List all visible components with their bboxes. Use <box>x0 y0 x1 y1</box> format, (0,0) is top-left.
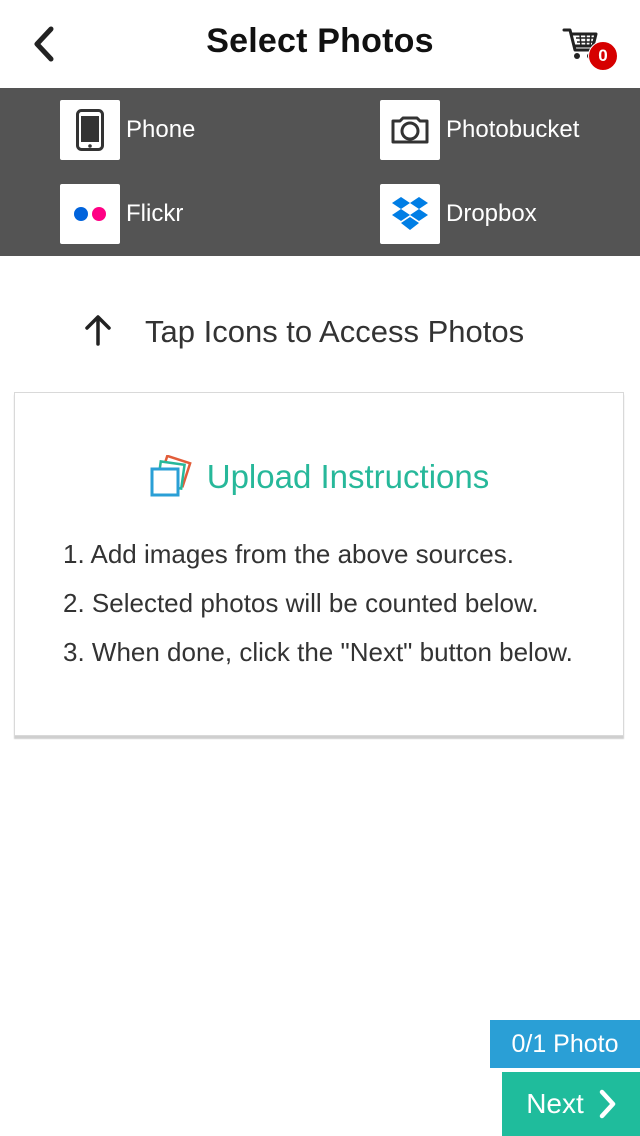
page-title: Select Photos <box>206 22 434 60</box>
dropbox-icon-box <box>380 184 440 244</box>
instructions-title: Upload Instructions <box>206 458 490 495</box>
instruction-step: 3. When done, click the "Next" button be… <box>63 637 573 667</box>
photobucket-icon-box <box>380 100 440 160</box>
dropbox-icon <box>392 197 428 230</box>
instruction-step: 2. Selected photos will be counted below… <box>63 588 539 618</box>
chevron-right-icon <box>599 1089 616 1119</box>
source-label: Dropbox <box>446 200 537 227</box>
flickr-icon <box>74 207 106 221</box>
arrow-up-icon <box>85 315 111 346</box>
source-dropbox[interactable]: Dropbox <box>380 184 537 244</box>
source-photobucket[interactable]: Photobucket <box>380 100 579 160</box>
source-flickr[interactable]: Flickr <box>60 184 183 244</box>
hint-text: Tap Icons to Access Photos <box>145 314 525 349</box>
source-phone[interactable]: Phone <box>60 100 195 160</box>
source-label: Flickr <box>126 200 184 227</box>
phone-icon <box>76 109 104 151</box>
phone-icon-box <box>60 100 120 160</box>
photobucket-icon <box>391 116 429 144</box>
instructions-list: 1. Add images from the above sources. 2.… <box>63 537 573 684</box>
flickr-icon-box <box>60 184 120 244</box>
card-title-row: Upload Instructions <box>15 449 623 505</box>
next-label: Next <box>526 1088 584 1119</box>
instruction-step: 1. Add images from the above sources. <box>63 539 514 569</box>
chevron-left-icon <box>34 26 54 62</box>
photo-count-badge: 0/1 Photo <box>490 1020 640 1068</box>
cart-count-badge: 0 <box>588 41 618 71</box>
source-label: Photobucket <box>446 116 580 143</box>
upload-instructions-card: Upload Instructions 1. Add images from t… <box>14 392 624 736</box>
back-button[interactable] <box>26 22 62 66</box>
cart-button[interactable]: 0 <box>562 24 618 72</box>
header-bar: Select Photos 0 <box>0 0 640 88</box>
photos-stack-icon <box>150 455 192 497</box>
next-button[interactable]: Next <box>502 1072 640 1136</box>
photo-sources-panel: Phone Photobucket Flickr Dropbox <box>0 88 640 256</box>
source-label: Phone <box>126 116 196 143</box>
access-hint: Tap Icons to Access Photos <box>0 300 640 364</box>
